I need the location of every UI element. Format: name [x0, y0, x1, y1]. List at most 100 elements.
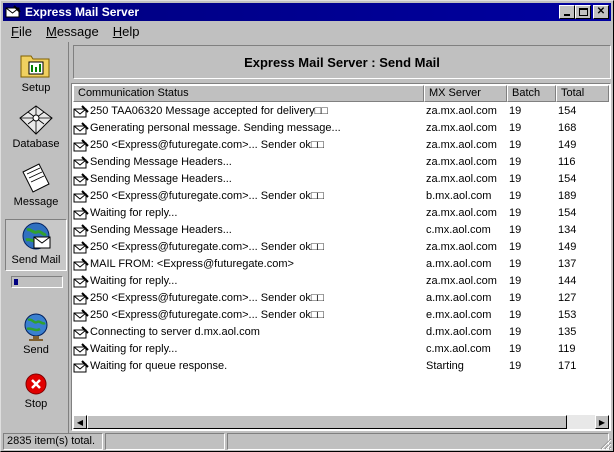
- total-cell: 154: [558, 173, 577, 185]
- table-row[interactable]: 250 TAA06320 Message accepted for delive…: [73, 103, 609, 120]
- table-row[interactable]: 250 <Express@futuregate.com>... Sender o…: [73, 137, 609, 154]
- column-header-total[interactable]: Total: [556, 85, 609, 102]
- maximize-button[interactable]: [575, 5, 591, 19]
- mail-status-icon: [73, 325, 89, 338]
- table-row[interactable]: Waiting for reply... c.mx.aol.com 19 119: [73, 341, 609, 358]
- status-cell: 250 TAA06320 Message accepted for delive…: [73, 103, 424, 120]
- status-cell: 250 <Express@futuregate.com>... Sender o…: [73, 290, 424, 307]
- maximize-icon: [578, 8, 588, 16]
- batch-cell: 19: [509, 224, 522, 236]
- table-row[interactable]: Generating personal message. Sending mes…: [73, 120, 609, 137]
- app-mail-icon[interactable]: [5, 5, 21, 19]
- table-row[interactable]: Sending Message Headers... za.mx.aol.com 1…: [73, 171, 609, 188]
- status-text: Sending Message Headers...: [90, 173, 232, 185]
- total-cell: 149: [558, 139, 577, 151]
- stop-label: Stop: [24, 398, 48, 410]
- table-row[interactable]: Waiting for reply... za.mx.aol.com 19 154: [73, 205, 609, 222]
- mail-status-icon: [73, 291, 89, 304]
- status-text: Waiting for reply...: [90, 343, 178, 355]
- scroll-thumb[interactable]: [87, 415, 567, 429]
- status-cell: Sending Message Headers...: [73, 171, 424, 188]
- title-bar[interactable]: Express Mail Server ✕: [3, 3, 611, 21]
- total-cell: 135: [558, 326, 577, 338]
- table-row[interactable]: 250 <Express@futuregate.com>... Sender o…: [73, 239, 609, 256]
- menu-file[interactable]: File: [5, 24, 38, 39]
- total-cell: 189: [558, 190, 577, 202]
- mail-status-icon: [73, 189, 89, 202]
- table-row[interactable]: Sending Message Headers... za.mx.aol.com 1…: [73, 154, 609, 171]
- mail-status-icon: [73, 155, 89, 168]
- batch-cell: 19: [509, 105, 522, 117]
- status-text: Waiting for queue response.: [90, 360, 228, 372]
- table-row[interactable]: MAIL FROM: <Express@futuregate.com> a.mx.…: [73, 256, 609, 273]
- status-text: MAIL FROM: <Express@futuregate.com>: [90, 258, 294, 270]
- communication-list[interactable]: Communication Status MX Server Batch Tot…: [71, 83, 611, 431]
- database-button[interactable]: Database: [5, 104, 67, 156]
- total-cell: 116: [558, 156, 576, 168]
- batch-cell: 19: [509, 156, 522, 168]
- mx-server-cell: Starting: [426, 360, 464, 372]
- table-row[interactable]: 250 <Express@futuregate.com>... Sender o…: [73, 290, 609, 307]
- menu-help[interactable]: Help: [107, 24, 146, 39]
- send-button[interactable]: Send: [5, 312, 67, 362]
- mx-server-cell: za.mx.aol.com: [426, 105, 497, 117]
- status-text: 250 TAA06320 Message accepted for delive…: [90, 105, 328, 117]
- status-text: 250 <Express@futuregate.com>... Sender o…: [90, 139, 325, 151]
- total-cell: 171: [558, 360, 577, 372]
- mx-server-cell: d.mx.aol.com: [426, 326, 492, 338]
- send-mail-icon: [22, 222, 51, 250]
- status-text: 250 <Express@futuregate.com>... Sender o…: [90, 309, 325, 321]
- batch-cell: 19: [509, 360, 522, 372]
- table-row[interactable]: 250 <Express@futuregate.com>... Sender o…: [73, 307, 609, 324]
- setup-button[interactable]: Setup: [5, 50, 67, 100]
- menu-message[interactable]: Message: [40, 24, 105, 39]
- column-header-mx-server[interactable]: MX Server: [424, 85, 507, 102]
- column-header-batch[interactable]: Batch: [507, 85, 556, 102]
- batch-cell: 19: [509, 190, 522, 202]
- menu-help-label: elp: [122, 24, 140, 39]
- status-text: Generating personal message. Sending mes…: [90, 122, 341, 134]
- total-cell: 134: [558, 224, 577, 236]
- batch-cell: 19: [509, 173, 522, 185]
- close-button[interactable]: ✕: [593, 5, 609, 19]
- close-icon: ✕: [596, 6, 606, 17]
- minimize-button[interactable]: [559, 5, 575, 19]
- message-icon: [22, 163, 50, 193]
- status-text: Sending Message Headers...: [90, 156, 232, 168]
- mail-status-icon: [73, 342, 89, 355]
- message-button[interactable]: Message: [5, 162, 67, 214]
- column-header-status[interactable]: Communication Status: [73, 85, 424, 102]
- mail-status-icon: [73, 308, 89, 321]
- mail-status-icon: [73, 138, 89, 151]
- status-cell: Waiting for reply...: [73, 341, 424, 358]
- table-row[interactable]: Sending Message Headers... c.mx.aol.com 19…: [73, 222, 609, 239]
- table-row[interactable]: 250 <Express@futuregate.com>... Sender o…: [73, 188, 609, 205]
- stop-button[interactable]: Stop: [5, 372, 67, 418]
- status-cell: 250 <Express@futuregate.com>... Sender o…: [73, 137, 424, 154]
- batch-cell: 19: [509, 241, 522, 253]
- status-text: 250 <Express@futuregate.com>... Sender o…: [90, 292, 325, 304]
- table-row[interactable]: Waiting for reply... za.mx.aol.com 19 144: [73, 273, 609, 290]
- scroll-track[interactable]: [87, 415, 595, 429]
- mail-status-icon: [73, 172, 89, 185]
- table-row[interactable]: Connecting to server d.mx.aol.com d.mx.ao…: [73, 324, 609, 341]
- total-cell: 154: [558, 207, 577, 219]
- resize-grip-icon[interactable]: [600, 438, 612, 450]
- total-cell: 127: [558, 292, 577, 304]
- horizontal-scrollbar[interactable]: ◀ ▶: [73, 415, 609, 429]
- mail-status-icon: [73, 121, 89, 134]
- mail-status-icon: [73, 359, 89, 372]
- database-icon: [19, 105, 53, 135]
- setup-label: Setup: [21, 82, 51, 94]
- mail-status-icon: [73, 257, 89, 270]
- batch-cell: 19: [509, 326, 522, 338]
- scroll-right-button[interactable]: ▶: [595, 415, 609, 429]
- table-row[interactable]: Waiting for queue response. Starting 19 171: [73, 358, 609, 375]
- mx-server-cell: c.mx.aol.com: [426, 224, 491, 236]
- scroll-left-button[interactable]: ◀: [73, 415, 87, 429]
- status-cell: 250 <Express@futuregate.com>... Sender o…: [73, 307, 424, 324]
- mail-status-icon: [73, 240, 89, 253]
- status-cell: Sending Message Headers...: [73, 154, 424, 171]
- mx-server-cell: za.mx.aol.com: [426, 275, 497, 287]
- send-mail-button[interactable]: Send Mail: [5, 219, 67, 271]
